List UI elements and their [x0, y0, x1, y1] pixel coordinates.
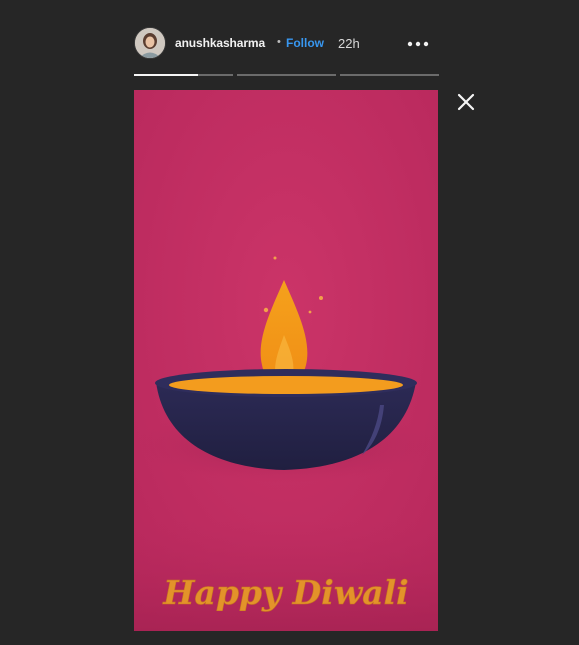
header-separator: •	[277, 36, 281, 48]
more-options-icon	[407, 41, 429, 47]
story-progress	[134, 74, 439, 76]
story-overlay-text: Happy Diwali	[162, 573, 408, 612]
progress-segment-3	[340, 74, 439, 76]
story-media[interactable]: Happy Diwali	[134, 90, 438, 631]
username-link[interactable]: anushkasharma	[175, 36, 265, 50]
progress-fill	[134, 74, 199, 76]
story-viewer: anushkasharma • Follow 22h Happy Diwali	[0, 0, 579, 645]
follow-button[interactable]: Follow	[286, 36, 324, 50]
more-options-button[interactable]	[404, 33, 432, 55]
progress-segment-2	[237, 74, 336, 76]
progress-segment-1	[134, 74, 233, 76]
story-header: anushkasharma • Follow 22h	[134, 27, 440, 61]
story-timestamp: 22h	[338, 36, 360, 51]
close-button[interactable]	[455, 91, 477, 113]
profile-avatar[interactable]	[134, 27, 166, 59]
close-icon	[457, 93, 475, 111]
